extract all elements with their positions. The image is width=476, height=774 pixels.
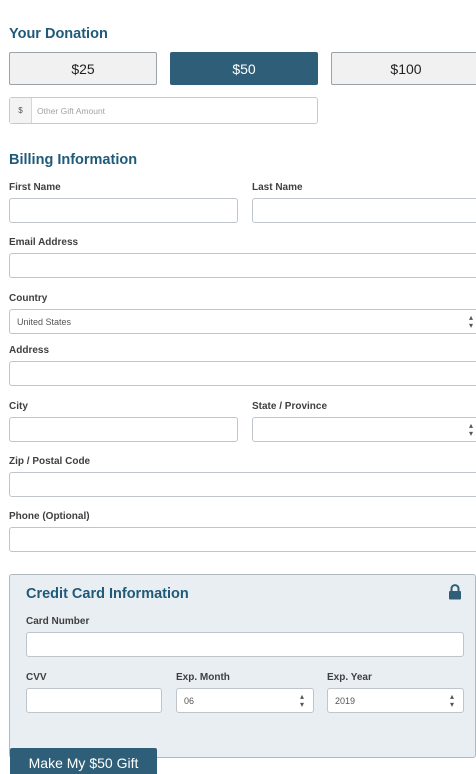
exp-month-value: 06: [184, 695, 195, 706]
last-name-label: Last Name: [252, 182, 303, 193]
sort-arrows-icon: ▴ ▾: [449, 691, 454, 709]
email-label: Email Address: [9, 237, 79, 248]
state-label: State / Province: [252, 401, 328, 412]
exp-year-select[interactable]: 2019 ▴ ▾: [327, 688, 464, 713]
city-label: City: [9, 401, 28, 412]
phone-label: Phone (Optional): [9, 511, 90, 522]
currency-prefix: $: [10, 98, 32, 123]
first-name-field[interactable]: [9, 198, 238, 223]
other-gift-placeholder: Other Gift Amount: [37, 105, 106, 116]
exp-month-label: Exp. Month: [176, 672, 230, 683]
credit-card-panel: Credit Card Information Card Number CVV …: [9, 574, 476, 758]
cvv-label: CVV: [26, 672, 47, 683]
credit-card-title: Credit Card Information: [26, 586, 189, 602]
cvv-field[interactable]: [26, 688, 162, 713]
card-number-field[interactable]: [26, 632, 464, 657]
billing-title: Billing Information: [9, 152, 138, 168]
amount-button-100[interactable]: $100: [331, 52, 476, 85]
zip-field[interactable]: [9, 472, 476, 497]
address-label: Address: [9, 345, 50, 356]
other-gift-amount-input[interactable]: $ Other Gift Amount: [9, 97, 318, 124]
sort-arrows-icon: ▴ ▾: [468, 420, 473, 438]
phone-field[interactable]: [9, 527, 476, 552]
exp-year-label: Exp. Year: [327, 672, 372, 683]
donation-title: Your Donation: [9, 26, 108, 42]
address-field[interactable]: [9, 361, 476, 386]
last-name-field[interactable]: [252, 198, 476, 223]
country-value: United States: [17, 316, 72, 327]
sort-arrows-icon: ▴ ▾: [468, 312, 473, 330]
country-label: Country: [9, 293, 48, 304]
email-field[interactable]: [9, 253, 476, 278]
city-field[interactable]: [9, 417, 238, 442]
exp-year-value: 2019: [335, 695, 356, 706]
sort-arrows-icon: ▴ ▾: [299, 691, 304, 709]
zip-label: Zip / Postal Code: [9, 456, 91, 467]
make-gift-button[interactable]: Make My $50 Gift: [10, 748, 157, 774]
card-number-label: Card Number: [26, 616, 90, 627]
amount-button-50[interactable]: $50: [170, 52, 318, 85]
amount-button-25[interactable]: $25: [9, 52, 157, 85]
lock-icon: [448, 584, 462, 600]
state-select[interactable]: ▴ ▾: [252, 417, 476, 442]
exp-month-select[interactable]: 06 ▴ ▾: [176, 688, 314, 713]
first-name-label: First Name: [9, 182, 61, 193]
country-select[interactable]: United States ▴ ▾: [9, 309, 476, 334]
